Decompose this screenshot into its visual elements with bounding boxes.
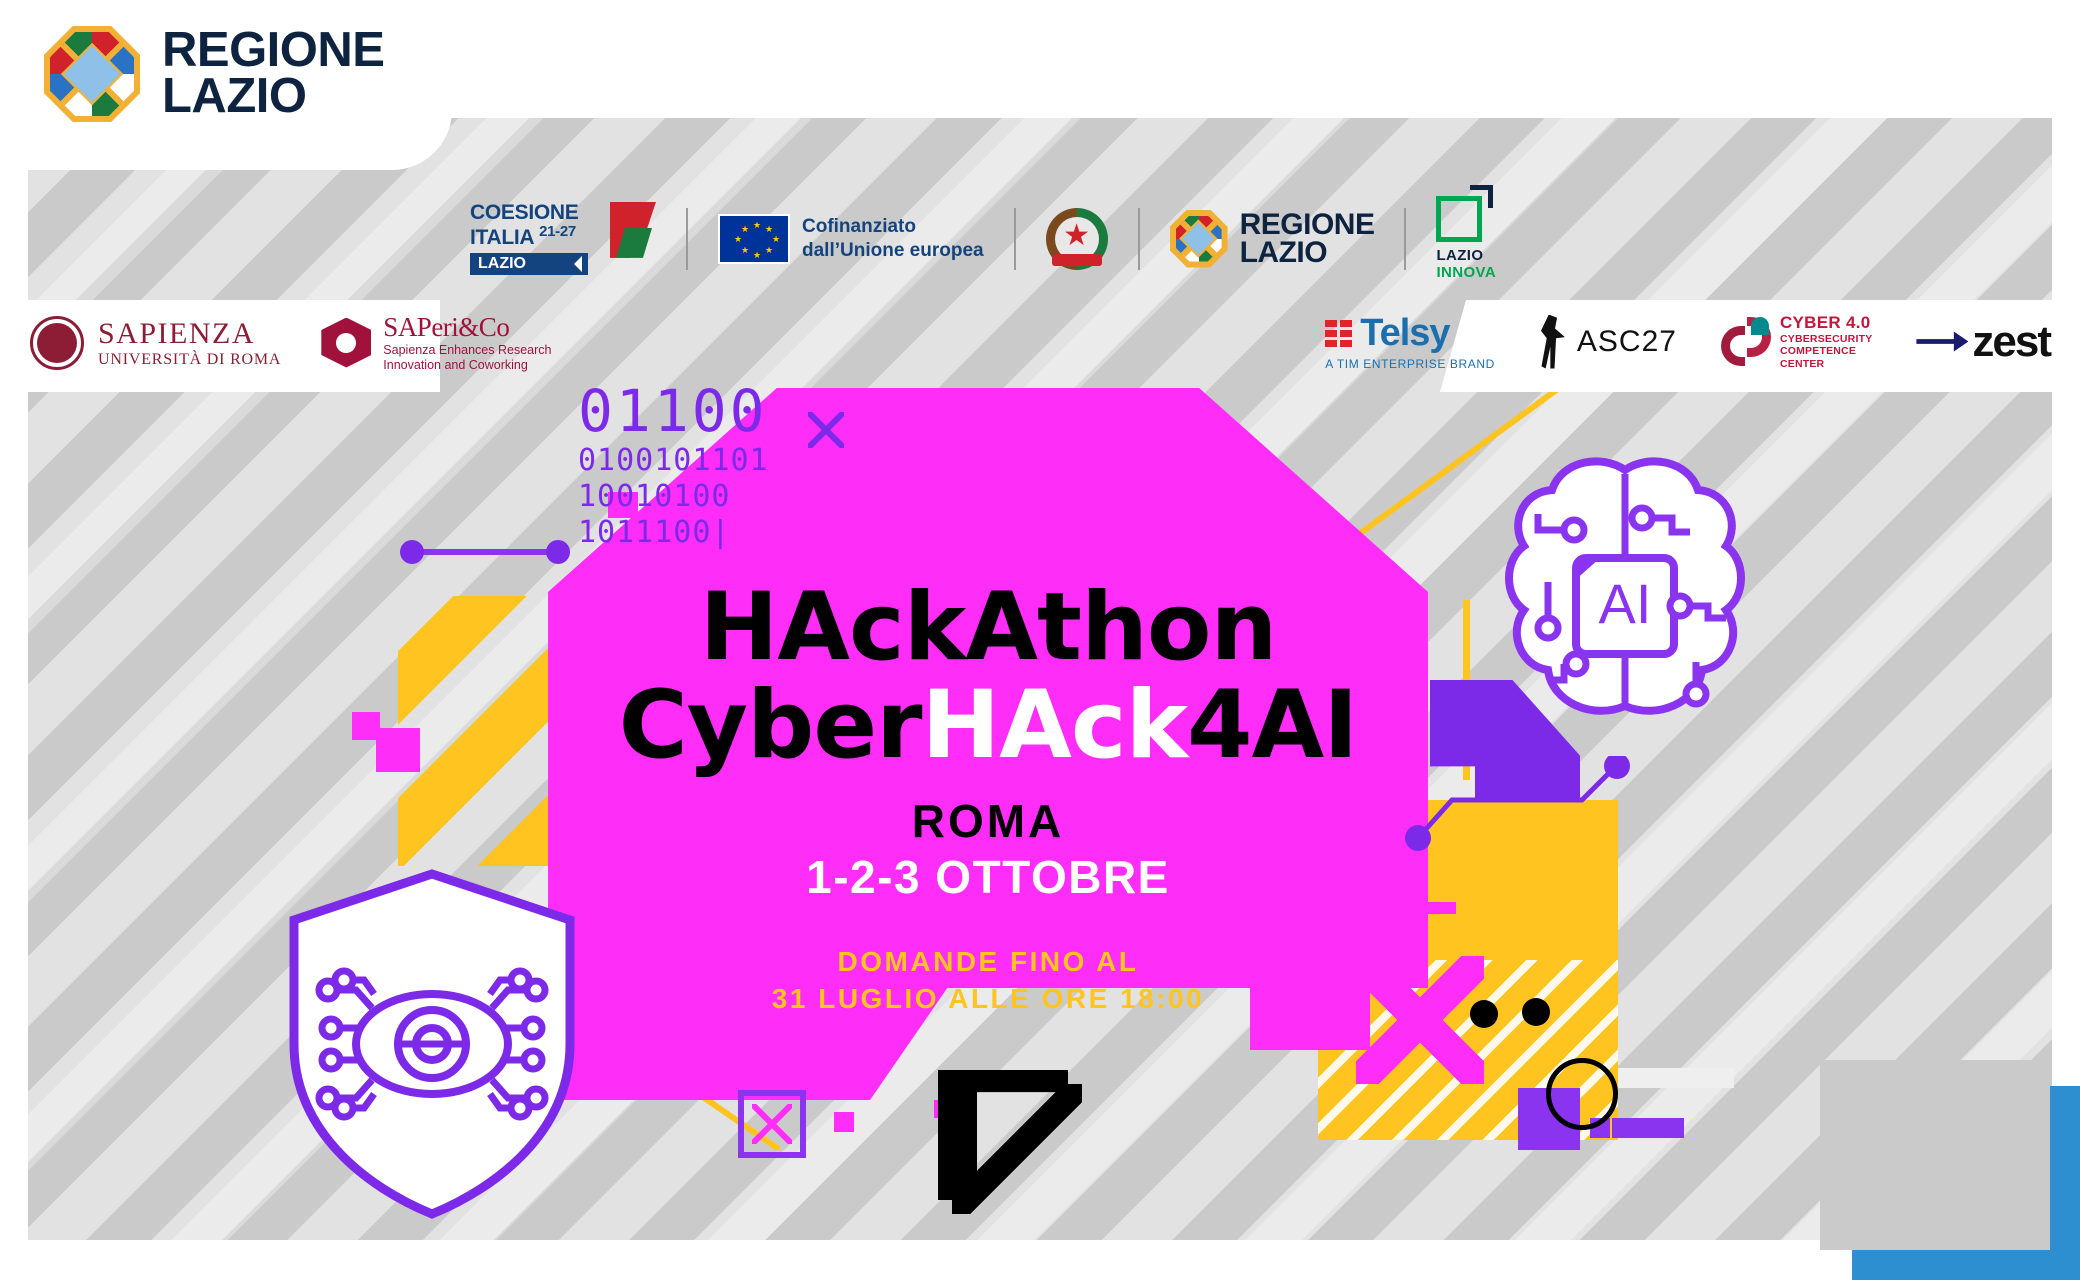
saperico-mark-icon [321,317,372,368]
purple-dot-connector [400,540,570,564]
sponsor-sapienza[interactable]: SAPIENZA UNIVERSITÀ DI ROMA [30,315,282,370]
cyber40-line-1: CYBERSECURITY [1779,332,1873,345]
white-bar [1618,1068,1734,1088]
regione-lazio-small-logo: REGIONE LAZIO [1140,207,1405,269]
coesione-region-chip: LAZIO [470,252,588,276]
telsy-grid-icon [1325,320,1353,347]
application-deadline: DOMANDE FINO AL 31 LUGLIO ALLE ORE 18:00 [548,944,1428,1018]
title-4ai: 4AI [1187,670,1358,780]
coesione-line-1: COESIONE [470,200,579,224]
sponsor-strip-left: SAPIENZA UNIVERSITÀ DI ROMA SAPeri&Co Sa… [30,312,551,373]
ai-brain-icon: AI [1490,448,1760,738]
title-cyber: Cyber [618,670,923,780]
logo-line-1: REGIONE [162,23,385,78]
black-circle-outline [1546,1058,1618,1130]
sponsor-zest[interactable]: zest [1916,316,2052,367]
black-dot-2 [1522,998,1550,1026]
coesione-line-2: ITALIA [470,225,534,249]
binary-line-3: 10010100 [578,479,731,514]
eu-line-2: dall’Unione europea [802,239,984,261]
logo-line-2: LAZIO [162,69,307,123]
cyber-shield-eye-icon [288,868,576,1220]
saperico-name: SAPeri&Co [383,312,510,342]
event-dates: 1-2-3 OTTOBRE [806,850,1170,903]
telsy-name: Telsy [1360,312,1450,354]
italy-flag-icon [604,201,656,260]
zest-name: zest [1972,316,2052,366]
funding-logos-bar: COESIONE ITALIA 21-27 LAZIO ★ ★ ★ ★ ★ ★ … [440,185,1526,281]
deadline-line-2: 31 LUGLIO ALLE ORE 18:00 [771,982,1205,1014]
sponsor-saperico[interactable]: SAPeri&Co Sapienza Enhances Research Inn… [321,312,551,373]
sapienza-seal-icon [30,315,84,370]
coesione-years: 21-27 [539,222,576,240]
lazio-innova-logo: LAZIO INNOVA [1406,185,1526,281]
lazio-innova-line-1: LAZIO [1436,247,1484,264]
cyber40-mark-icon [1720,316,1771,367]
regione-small-line-2: LAZIO [1239,235,1328,269]
asc27-name: ASC27 [1576,324,1677,358]
poster-canvas: REGIONE LAZIO COESIONE ITALIA 21-27 LAZI… [0,0,2080,1280]
pink-square-4 [376,728,420,772]
sapienza-name: SAPIENZA [98,316,256,350]
saperico-tagline-2: Innovation and Coworking [383,358,528,372]
lazio-innova-line-2: INNOVA [1436,264,1497,281]
regione-lazio-emblem-icon [44,26,140,122]
regione-lazio-emblem-icon-small [1169,209,1228,268]
telsy-tagline: A TIM ENTERPRISE BRAND [1325,357,1495,371]
event-city: ROMA [911,794,1065,847]
eu-line-1: Cofinanziato [802,215,916,237]
purple-x-icon [808,412,844,448]
repubblica-emblem-icon: ★ [1045,207,1108,270]
binary-line-1: 01100 [578,377,768,445]
purple-circuit-connector [1400,753,1640,866]
black-dot-1 [1470,1000,1498,1028]
zest-arrow-icon [1916,331,1969,352]
hero-headline: HAckAthon CyberHAck4AI ROMA 1-2-3 OTTOBR… [548,580,1428,1018]
grey-accent-block [1820,1060,2050,1250]
lazio-innova-square-icon [1436,185,1494,242]
title-hack: HAck [921,670,1188,780]
cyber40-name: CYBER 4.0 [1779,312,1871,332]
eu-flag-icon: ★ ★ ★ ★ ★ ★ ★ ★ [718,213,790,264]
saperico-tagline-1: Sapienza Enhances Research [383,343,552,357]
mouse-cursor-arrow-icon [938,1070,1082,1214]
sponsor-cyber40[interactable]: CYBER 4.0 CYBERSECURITY COMPETENCE CENTE… [1720,312,1873,370]
binary-code-text: 01100 0100101101 10010100 1011100| [578,382,769,548]
purple-bar-2 [1612,1118,1684,1138]
sponsor-asc27[interactable]: ASC27 [1539,314,1677,369]
sponsor-strip-right: Telsy A TIM ENTERPRISE BRAND ASC27 CYBER… [1325,312,2052,371]
sponsor-telsy[interactable]: Telsy A TIM ENTERPRISE BRAND [1325,312,1495,371]
cyber40-line-2: COMPETENCE [1779,345,1857,358]
regione-lazio-logo[interactable]: REGIONE LAZIO [44,23,385,123]
title-line-1: HAckAthon [699,573,1278,682]
binary-line-4: 1011100| [578,515,731,550]
ai-chip-label: AI [1599,572,1652,635]
pink-square-11 [834,1112,854,1132]
regione-lazio-logo-text: REGIONE LAZIO [162,23,385,123]
cyber40-line-3: CENTER [1779,357,1825,370]
eu-cofunding-logo: ★ ★ ★ ★ ★ ★ ★ ★ Cofinanziato dall’Unione… [688,213,1014,264]
asc27-figure-icon [1540,314,1565,369]
deadline-line-1: DOMANDE FINO AL [837,945,1139,977]
repubblica-italiana-logo: ★ [1016,207,1138,270]
title-line-2: CyberHAck4AI [548,677,1428,774]
coesione-italia-logo: COESIONE ITALIA 21-27 LAZIO [440,200,686,276]
sapienza-subtitle: UNIVERSITÀ DI ROMA [98,350,282,368]
binary-line-2: 0100101101 [578,443,769,478]
regione-small-line-1: REGIONE [1239,207,1375,241]
purple-x-box-icon [738,1090,806,1158]
